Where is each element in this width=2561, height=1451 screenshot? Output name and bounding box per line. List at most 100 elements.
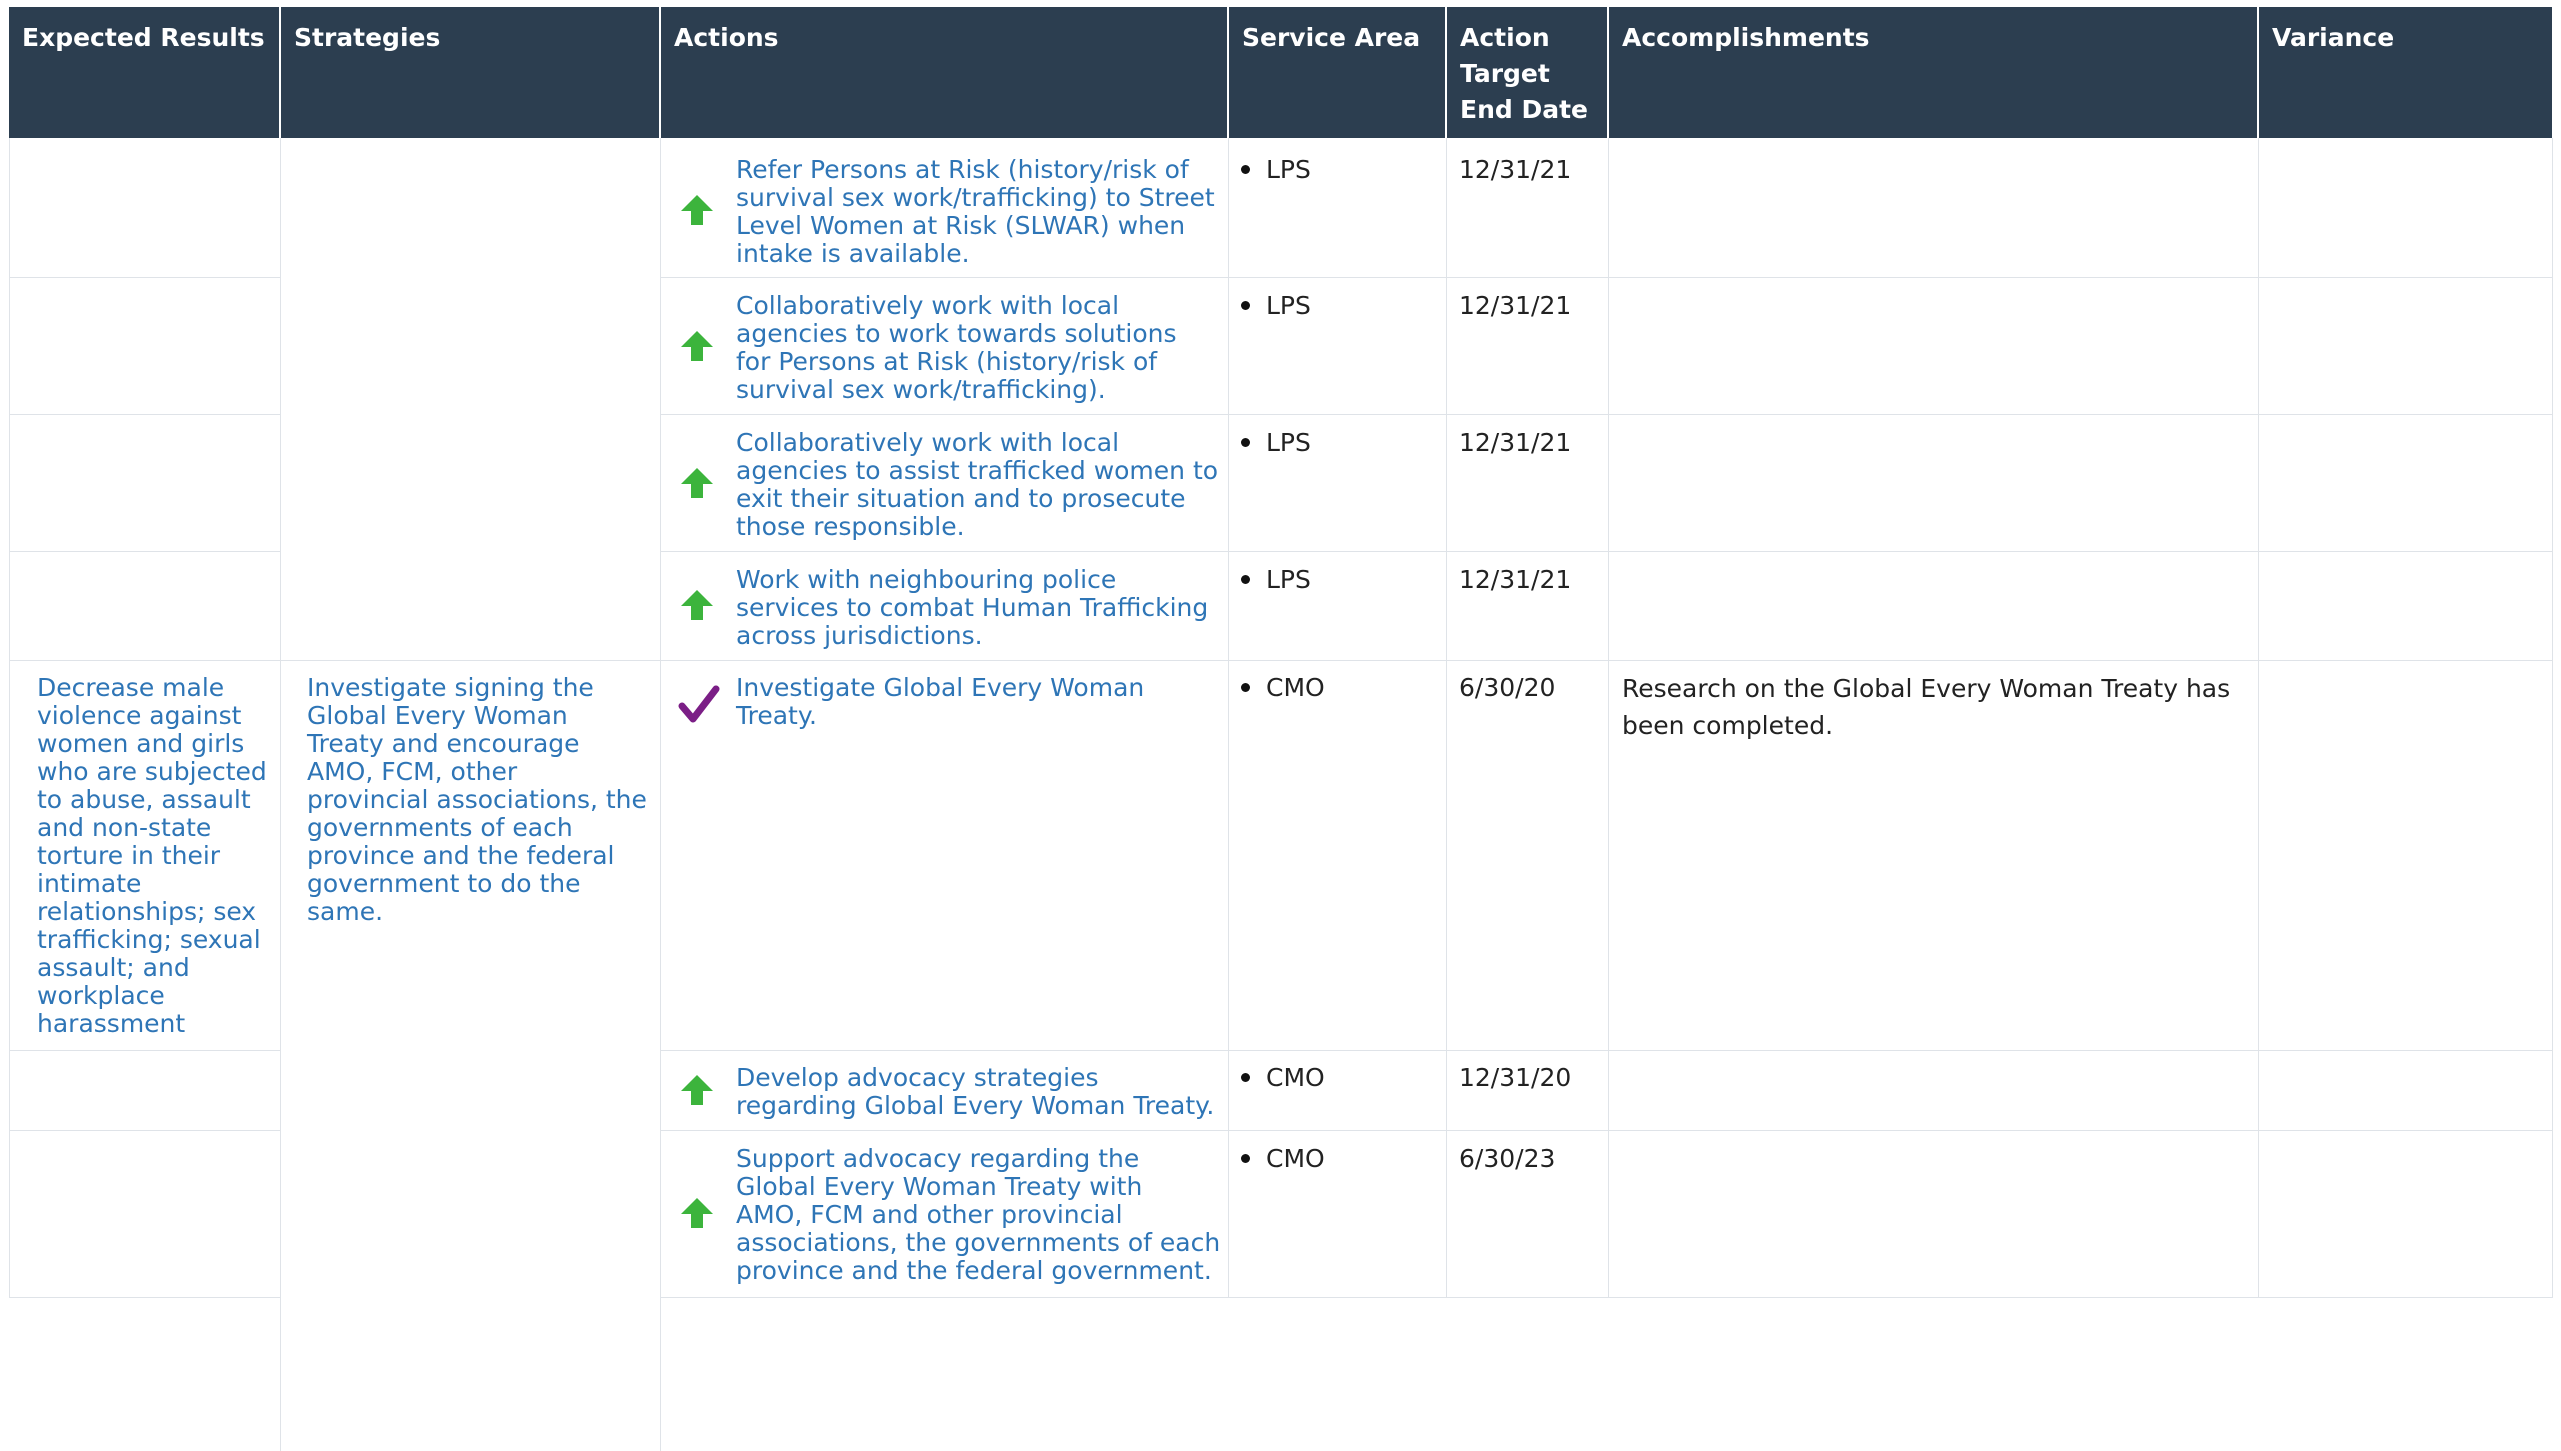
bullet-icon [1241, 300, 1250, 310]
service-area-label: CMO [1266, 1144, 1325, 1173]
text-line: province and the federal [307, 841, 615, 870]
target-end-date: 12/31/21 [1459, 428, 1572, 457]
target-end-date: 12/31/21 [1459, 565, 1572, 594]
grid-line [660, 1297, 2552, 1298]
text-line: Work with neighbouring police [736, 565, 1117, 594]
text-line: Treaty. [736, 701, 818, 730]
target-end-date: 12/31/20 [1459, 1063, 1572, 1092]
header-action-target-end-date: Action Target End Date [1447, 7, 1607, 138]
text-line: AMO, FCM and other provincial [736, 1200, 1123, 1229]
text-line: Refer Persons at Risk (history/risk of [736, 155, 1189, 184]
text-line: government to do the [307, 869, 581, 898]
expected-result-text[interactable]: Decrease male violence against women and… [37, 674, 277, 1038]
header-label: Action [1460, 23, 1550, 52]
text-line: workplace [37, 981, 165, 1010]
text-line: trafficking; sexual [37, 925, 261, 954]
bullet-icon [1241, 1153, 1250, 1163]
text-line: across jurisdictions. [736, 621, 983, 650]
target-end-date: 6/30/20 [1459, 673, 1556, 702]
up-arrow-icon [681, 590, 713, 620]
grid-line [1446, 138, 1447, 1298]
grid-line [9, 551, 280, 552]
text-line: Develop advocacy strategies [736, 1063, 1099, 1092]
grid-line [2258, 138, 2259, 1298]
service-area-label: CMO [1266, 1063, 1325, 1092]
checkmark-icon [678, 685, 720, 723]
header-label: Actions [674, 23, 779, 52]
text-line: Treaty and encourage [307, 729, 580, 758]
grid-line [660, 277, 2552, 278]
action-link[interactable]: Collaboratively work with local agencies… [736, 429, 1226, 541]
text-line: intake is available. [736, 239, 970, 268]
bullet-icon [1241, 1072, 1250, 1082]
header-variance: Variance [2259, 7, 2552, 138]
text-line: exit their situation and to prosecute [736, 484, 1186, 513]
action-link[interactable]: Collaboratively work with local agencies… [736, 292, 1226, 404]
text-line: Collaboratively work with local [736, 291, 1120, 320]
text-line: intimate [37, 869, 142, 898]
text-line: women and girls [37, 729, 245, 758]
target-end-date: 12/31/21 [1459, 291, 1572, 320]
bullet-icon [1241, 682, 1250, 692]
text-line: agencies to assist trafficked women to [736, 456, 1219, 485]
service-area: LPS [1241, 429, 1311, 457]
grid-line [660, 138, 661, 1451]
bullet-icon [1241, 574, 1250, 584]
text-line: governments of each [307, 813, 573, 842]
service-area-label: LPS [1266, 291, 1311, 320]
up-arrow-icon [681, 331, 713, 361]
text-line: Decrease male [37, 673, 225, 702]
text-line: and non-state [37, 813, 212, 842]
text-line: to abuse, assault [37, 785, 251, 814]
up-arrow-icon [681, 195, 713, 225]
grid-line [660, 1130, 2552, 1131]
text-line: who are subjected [37, 757, 267, 786]
action-link[interactable]: Support advocacy regarding the Global Ev… [736, 1145, 1226, 1285]
service-area-label: LPS [1266, 155, 1311, 184]
service-area: CMO [1241, 1064, 1325, 1092]
grid-line [9, 660, 2552, 661]
header-divider [1445, 7, 1447, 138]
header-label: Expected Results [22, 23, 265, 52]
up-arrow-icon [681, 468, 713, 498]
text-line: Research on the Global Every Woman Treat… [1622, 674, 2231, 703]
text-line: for Persons at Risk (history/risk of [736, 347, 1158, 376]
service-area-label: LPS [1266, 565, 1311, 594]
header-service-area: Service Area [1229, 7, 1445, 138]
action-link[interactable]: Develop advocacy strategies regarding Gl… [736, 1064, 1226, 1120]
text-line: services to combat Human Trafficking [736, 593, 1209, 622]
grid-line [9, 277, 280, 278]
grid-line [660, 414, 2552, 415]
grid-line [9, 414, 280, 415]
text-line: Global Every Woman [307, 701, 568, 730]
bullet-icon [1241, 437, 1250, 447]
header-actions: Actions [661, 7, 1227, 138]
grid-line [9, 1297, 280, 1298]
strategy-text[interactable]: Investigate signing the Global Every Wom… [307, 674, 657, 926]
accomplishment-text: Research on the Global Every Woman Treat… [1622, 670, 2252, 744]
header-divider [659, 7, 661, 138]
text-line: torture in their [37, 841, 221, 870]
grid-line [1608, 138, 1609, 1298]
text-line: associations, the governments of each [736, 1228, 1221, 1257]
target-end-date: 6/30/23 [1459, 1144, 1556, 1173]
text-line: Investigate Global Every Woman [736, 673, 1145, 702]
text-line: assault; and [37, 953, 190, 982]
header-label: Target [1460, 59, 1550, 88]
bullet-icon [1241, 164, 1250, 174]
grid-line [1228, 138, 1229, 1298]
action-link[interactable]: Work with neighbouring police services t… [736, 566, 1226, 650]
action-link[interactable]: Investigate Global Every Woman Treaty. [736, 674, 1226, 730]
text-line: violence against [37, 701, 242, 730]
service-area-label: LPS [1266, 428, 1311, 457]
service-area: CMO [1241, 1145, 1325, 1173]
text-line: Level Women at Risk (SLWAR) when [736, 211, 1186, 240]
action-link[interactable]: Refer Persons at Risk (history/risk of s… [736, 156, 1226, 268]
grid-line [280, 138, 281, 1451]
header-divider [2257, 7, 2259, 138]
header-label: Strategies [294, 23, 441, 52]
grid-line [9, 1050, 280, 1051]
header-divider [1227, 7, 1229, 138]
text-line: Collaboratively work with local [736, 428, 1120, 457]
header-label: Accomplishments [1622, 23, 1870, 52]
